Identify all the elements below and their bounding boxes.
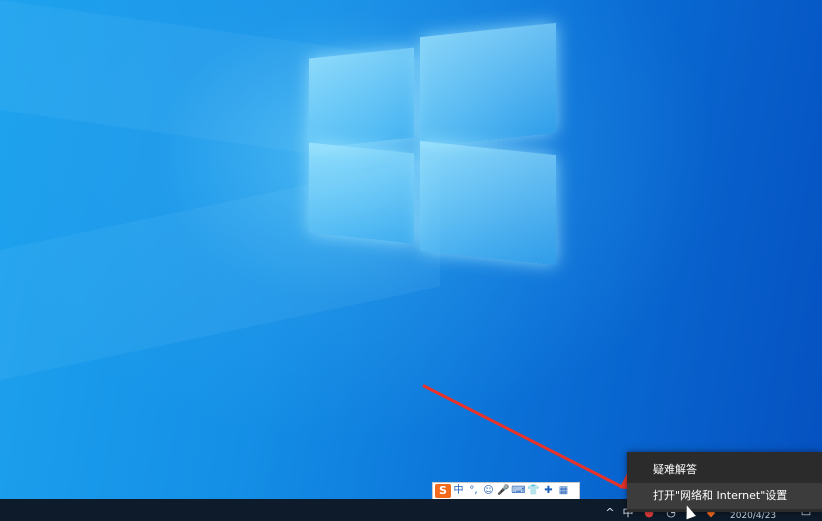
network-context-menu: 疑难解答 打开"网络和 Internet"设置: [627, 452, 822, 512]
menu-item-troubleshoot[interactable]: 疑难解答: [627, 457, 822, 483]
ime-skin-icon[interactable]: 👕: [526, 484, 541, 498]
chevron-up-icon[interactable]: ^: [604, 507, 616, 519]
logo-pane: [309, 47, 414, 149]
menu-item-open-network-settings[interactable]: 打开"网络和 Internet"设置: [627, 483, 822, 509]
logo-pane: [309, 142, 414, 244]
logo-pane: [420, 22, 556, 148]
ime-voice-icon[interactable]: 🎤: [496, 484, 511, 498]
ime-toolbar[interactable]: S 中 °, ☺ 🎤 ⌨ 👕 ✚ ▦: [432, 482, 580, 500]
taskbar-clock[interactable]: 2020/4/23: [730, 511, 776, 521]
ime-grid-icon[interactable]: ▦: [556, 484, 571, 498]
ime-keyboard-icon[interactable]: ⌨: [511, 484, 526, 498]
desktop-wallpaper: [0, 0, 822, 521]
ime-mode-chinese[interactable]: 中: [451, 484, 466, 498]
ime-tools-icon[interactable]: ✚: [541, 484, 556, 498]
sogou-logo-icon[interactable]: S: [435, 484, 451, 498]
ime-punctuation-icon[interactable]: °,: [466, 484, 481, 498]
logo-pane: [420, 140, 556, 266]
ime-emoji-icon[interactable]: ☺: [481, 484, 496, 498]
